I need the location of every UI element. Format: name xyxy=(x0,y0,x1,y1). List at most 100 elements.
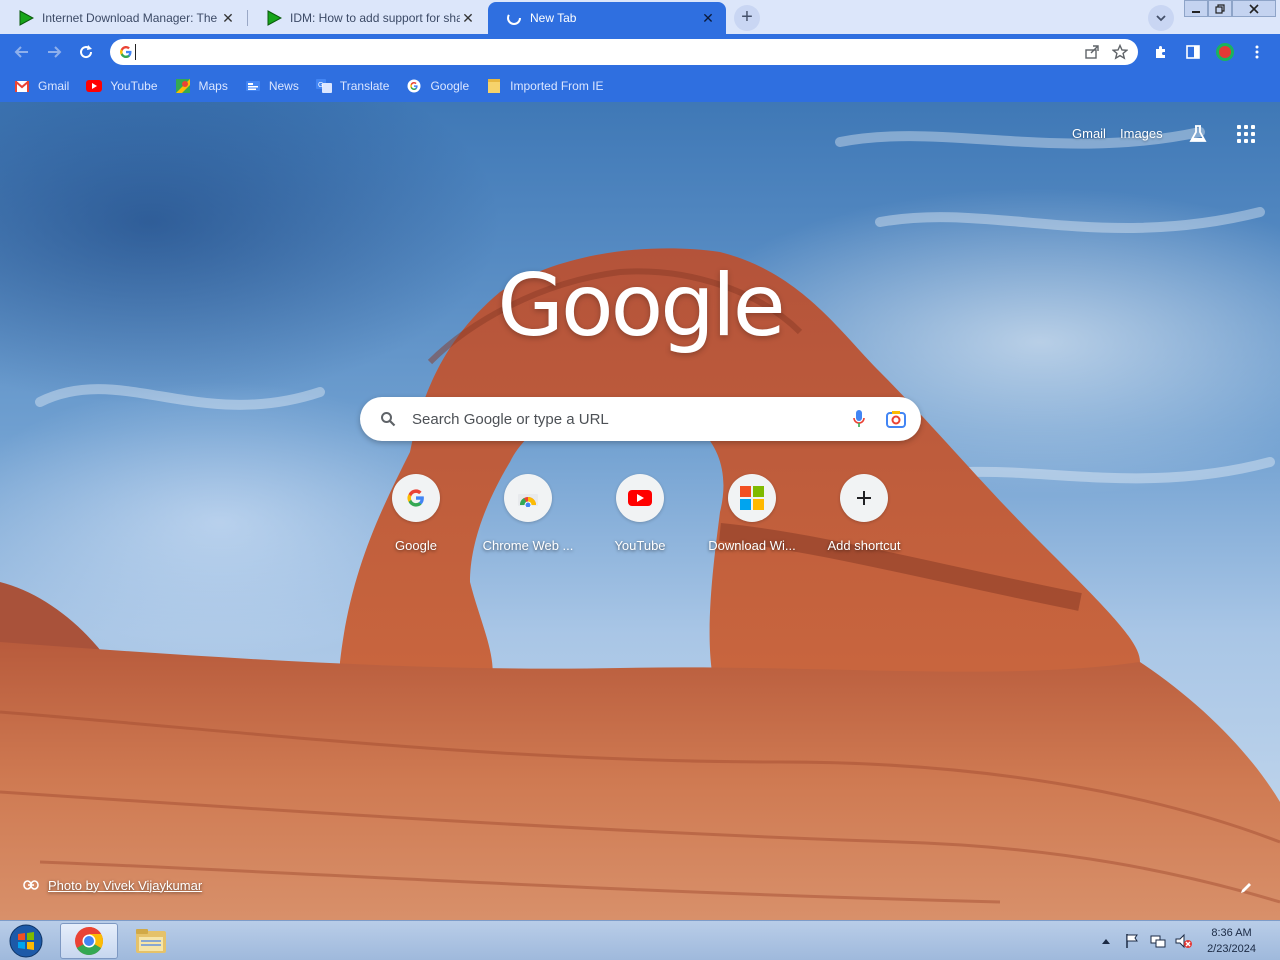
shortcut-chrome-web-store[interactable]: Chrome Web ... xyxy=(472,474,584,574)
google-lens-icon[interactable] xyxy=(884,407,908,431)
profile-avatar[interactable] xyxy=(1214,41,1236,63)
back-button[interactable] xyxy=(10,40,34,64)
close-icon xyxy=(1249,3,1259,14)
folder-icon xyxy=(486,78,502,94)
bookmark-label: Translate xyxy=(339,79,390,93)
tab-strip: Internet Download Manager: The ✕ IDM: Ho… xyxy=(0,0,1280,34)
gmail-link[interactable]: Gmail xyxy=(1072,126,1106,141)
tab-title: New Tab xyxy=(530,11,577,25)
bookmark-label: Imported From IE xyxy=(510,79,604,93)
shortcut-download-windows[interactable]: Download Wi... xyxy=(696,474,808,574)
maps-icon xyxy=(175,78,191,94)
youtube-icon xyxy=(616,474,664,522)
share-icon[interactable] xyxy=(1082,42,1102,62)
ntp-search-box[interactable]: Search Google or type a URL xyxy=(360,397,921,441)
tab-idm-support[interactable]: IDM: How to add support for sha ✕ xyxy=(248,2,486,34)
back-arrow-icon xyxy=(14,46,28,58)
google-g-icon xyxy=(392,474,440,522)
photo-attribution: Photo by Vivek Vijaykumar xyxy=(22,876,202,894)
taskbar-chrome[interactable] xyxy=(60,923,118,959)
bookmark-youtube[interactable]: YouTube xyxy=(86,78,158,94)
microsoft-logo-icon xyxy=(728,474,776,522)
bookmark-star-icon[interactable] xyxy=(1110,42,1130,62)
clock-date: 2/23/2024 xyxy=(1207,943,1256,955)
omnibox-input[interactable] xyxy=(142,44,1082,60)
link-icon xyxy=(22,876,40,894)
images-link[interactable]: Images xyxy=(1120,126,1163,141)
shortcut-label: Google xyxy=(395,538,437,553)
bookmark-gmail[interactable]: Gmail xyxy=(14,78,69,94)
google-g-icon xyxy=(406,78,422,94)
taskbar-clock[interactable]: 8:36 AM 2/23/2024 xyxy=(1207,925,1256,957)
plus-icon xyxy=(840,474,888,522)
bookmark-label: Maps xyxy=(198,79,228,93)
new-tab-page: Gmail Images Google Search Google or typ… xyxy=(0,102,1280,920)
shortcut-label: YouTube xyxy=(614,538,666,553)
bookmarks-bar: Gmail YouTube Maps News G Translate Goog… xyxy=(0,70,1280,102)
bookmark-translate[interactable]: G Translate xyxy=(315,78,390,94)
tab-search-button[interactable] xyxy=(1148,5,1174,31)
restore-icon xyxy=(1215,3,1225,14)
bookmark-news[interactable]: News xyxy=(245,78,299,94)
windows-orb-icon xyxy=(9,924,43,958)
bookmark-label: YouTube xyxy=(110,79,158,93)
svg-text:G: G xyxy=(318,82,323,89)
close-window-button[interactable] xyxy=(1232,0,1276,17)
minimize-button[interactable] xyxy=(1184,0,1208,17)
menu-kebab-icon[interactable] xyxy=(1246,41,1268,63)
gmail-icon xyxy=(14,78,30,94)
address-bar[interactable] xyxy=(110,39,1138,65)
idm-play-icon xyxy=(18,10,34,26)
close-tab-icon[interactable]: ✕ xyxy=(460,10,476,26)
shortcut-label: Chrome Web ... xyxy=(482,538,574,553)
customize-pencil-icon[interactable] xyxy=(1236,878,1256,898)
microphone-icon[interactable] xyxy=(847,407,871,431)
bookmark-google[interactable]: Google xyxy=(406,78,469,94)
chrome-icon xyxy=(75,927,103,955)
reload-button[interactable] xyxy=(74,40,98,64)
forward-arrow-icon xyxy=(48,46,62,58)
search-icon xyxy=(378,409,398,429)
shortcut-label: Download Wi... xyxy=(708,538,796,553)
show-hidden-icons-icon[interactable] xyxy=(1097,932,1115,950)
shortcut-youtube[interactable]: YouTube xyxy=(584,474,696,574)
bookmark-label: Google xyxy=(430,79,470,93)
loading-spinner-icon xyxy=(506,10,522,26)
tab-idm-homepage[interactable]: Internet Download Manager: The ✕ xyxy=(0,2,246,34)
windows-taskbar: 8:36 AM 2/23/2024 xyxy=(0,920,1280,960)
tab-title: IDM: How to add support for sha xyxy=(290,11,460,25)
action-center-flag-icon[interactable] xyxy=(1123,932,1141,950)
photo-credit-link[interactable]: Photo by Vivek Vijaykumar xyxy=(48,878,202,893)
tab-new-tab[interactable]: New Tab ✕ xyxy=(488,2,726,34)
chevron-down-icon xyxy=(1156,15,1166,22)
volume-muted-icon[interactable] xyxy=(1175,932,1193,950)
news-icon xyxy=(245,78,261,94)
text-cursor xyxy=(135,44,136,60)
new-tab-button[interactable]: + xyxy=(734,5,760,31)
tab-title: Internet Download Manager: The xyxy=(42,11,218,25)
close-tab-icon[interactable]: ✕ xyxy=(220,10,236,26)
idm-play-icon xyxy=(266,10,282,26)
network-icon[interactable] xyxy=(1149,932,1167,950)
bookmark-maps[interactable]: Maps xyxy=(175,78,228,94)
side-panel-icon[interactable] xyxy=(1182,41,1204,63)
google-apps-grid-icon[interactable] xyxy=(1234,122,1258,146)
system-tray: 8:36 AM 2/23/2024 xyxy=(1097,921,1280,960)
toolbar xyxy=(0,34,1280,70)
taskbar-file-explorer[interactable] xyxy=(122,923,180,959)
shortcut-add[interactable]: Add shortcut xyxy=(808,474,920,574)
labs-flask-icon[interactable] xyxy=(1186,122,1210,146)
clock-time: 8:36 AM xyxy=(1211,927,1252,939)
forward-button[interactable] xyxy=(42,40,66,64)
close-tab-icon[interactable]: ✕ xyxy=(700,10,716,26)
reload-icon xyxy=(80,45,93,59)
search-placeholder: Search Google or type a URL xyxy=(412,410,609,428)
start-button[interactable] xyxy=(6,922,46,960)
google-g-icon xyxy=(119,45,133,59)
bookmark-folder-imported[interactable]: Imported From IE xyxy=(486,78,604,94)
restore-button[interactable] xyxy=(1208,0,1232,17)
shortcut-google[interactable]: Google xyxy=(360,474,472,574)
shortcut-label: Add shortcut xyxy=(827,538,901,553)
translate-icon: G xyxy=(315,78,332,94)
extensions-puzzle-icon[interactable] xyxy=(1150,41,1172,63)
